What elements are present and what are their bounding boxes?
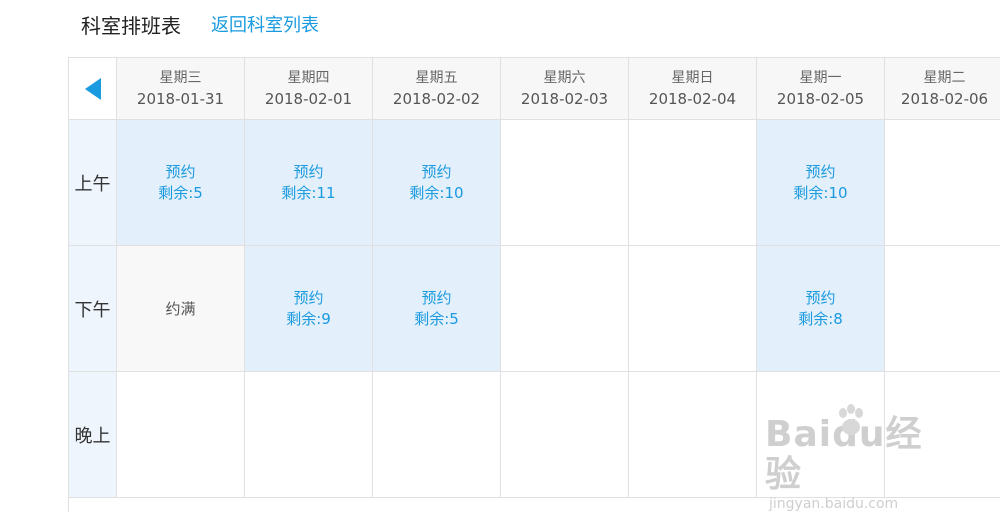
book-label[interactable]: 预约 — [165, 162, 195, 183]
morning-row: 上午 预约 剩余:5 预约 剩余:11 预约 剩余:10 预约 剩余:10 — [69, 120, 1000, 246]
day-header: 星期日 2018-02-04 — [629, 58, 757, 120]
date-label: 2018-02-05 — [776, 89, 865, 108]
remaining-count: 剩余:5 — [158, 183, 203, 202]
booking-slot[interactable]: 预约 剩余:9 — [245, 246, 373, 372]
empty-slot — [117, 372, 245, 498]
empty-slot — [629, 246, 757, 372]
date-label: 2018-02-04 — [648, 89, 737, 108]
date-label: 2018-02-02 — [392, 89, 481, 108]
date-label: 2018-02-03 — [520, 89, 609, 108]
empty-slot — [245, 372, 373, 498]
prev-week-cell[interactable] — [69, 58, 117, 120]
day-header: 星期一 2018-02-05 — [757, 58, 885, 120]
period-label-afternoon: 下午 — [69, 246, 117, 372]
afternoon-row: 下午 约满 预约 剩余:9 预约 剩余:5 预约 剩余:8 — [69, 246, 1000, 372]
booking-slot[interactable]: 预约 剩余:10 — [373, 120, 501, 246]
book-label[interactable]: 预约 — [805, 288, 835, 309]
table-footer — [68, 497, 1000, 512]
weekday-label: 星期六 — [543, 69, 586, 86]
remaining-count: 剩余:5 — [414, 309, 459, 328]
day-header: 星期四 2018-02-01 — [245, 58, 373, 120]
empty-slot — [501, 372, 629, 498]
day-header: 星期二 2018-02-06 — [885, 58, 1000, 120]
empty-slot — [373, 372, 501, 498]
remaining-count: 剩余:9 — [286, 309, 331, 328]
date-label: 2018-01-31 — [136, 89, 225, 108]
remaining-count: 剩余:10 — [409, 183, 464, 202]
empty-slot — [885, 372, 1000, 498]
full-slot: 约满 — [117, 246, 245, 372]
booking-slot[interactable]: 预约 剩余:11 — [245, 120, 373, 246]
book-label[interactable]: 预约 — [421, 162, 451, 183]
booking-slot[interactable]: 预约 剩余:8 — [757, 246, 885, 372]
book-label[interactable]: 预约 — [293, 288, 323, 309]
empty-slot — [629, 120, 757, 246]
remaining-count: 剩余:10 — [793, 183, 848, 202]
empty-slot — [501, 246, 629, 372]
booking-slot[interactable]: 预约 剩余:5 — [373, 246, 501, 372]
period-label-evening: 晚上 — [69, 372, 117, 498]
evening-row: 晚上 — [69, 372, 1000, 498]
fully-booked-label: 约满 — [165, 300, 196, 318]
weekday-label: 星期一 — [799, 69, 842, 86]
remaining-count: 剩余:8 — [798, 309, 843, 328]
day-header: 星期三 2018-01-31 — [117, 58, 245, 120]
book-label[interactable]: 预约 — [293, 162, 323, 183]
empty-slot — [757, 372, 885, 498]
weekday-label: 星期三 — [159, 69, 202, 86]
empty-slot — [885, 120, 1000, 246]
table-header-row: 星期三 2018-01-31 星期四 2018-02-01 星期五 2018-0… — [69, 58, 1000, 120]
booking-slot[interactable]: 预约 剩余:5 — [117, 120, 245, 246]
remaining-count: 剩余:11 — [281, 183, 336, 202]
weekday-label: 星期四 — [287, 69, 330, 86]
period-label-morning: 上午 — [69, 120, 117, 246]
book-label[interactable]: 预约 — [421, 288, 451, 309]
empty-slot — [501, 120, 629, 246]
weekday-label: 星期五 — [415, 69, 458, 86]
day-header: 星期五 2018-02-02 — [373, 58, 501, 120]
booking-slot[interactable]: 预约 剩余:10 — [757, 120, 885, 246]
book-label[interactable]: 预约 — [805, 162, 835, 183]
empty-slot — [885, 246, 1000, 372]
back-to-department-list-link[interactable]: 返回科室列表 — [211, 13, 319, 39]
date-label: 2018-02-01 — [264, 89, 353, 108]
schedule-table: 星期三 2018-01-31 星期四 2018-02-01 星期五 2018-0… — [68, 57, 1000, 498]
empty-slot — [629, 372, 757, 498]
weekday-label: 星期二 — [923, 69, 966, 86]
day-header: 星期六 2018-02-03 — [501, 58, 629, 120]
page-title: 科室排班表 — [81, 14, 181, 38]
triangle-left-icon[interactable] — [84, 77, 101, 100]
weekday-label: 星期日 — [671, 69, 714, 86]
date-label: 2018-02-06 — [900, 89, 989, 108]
